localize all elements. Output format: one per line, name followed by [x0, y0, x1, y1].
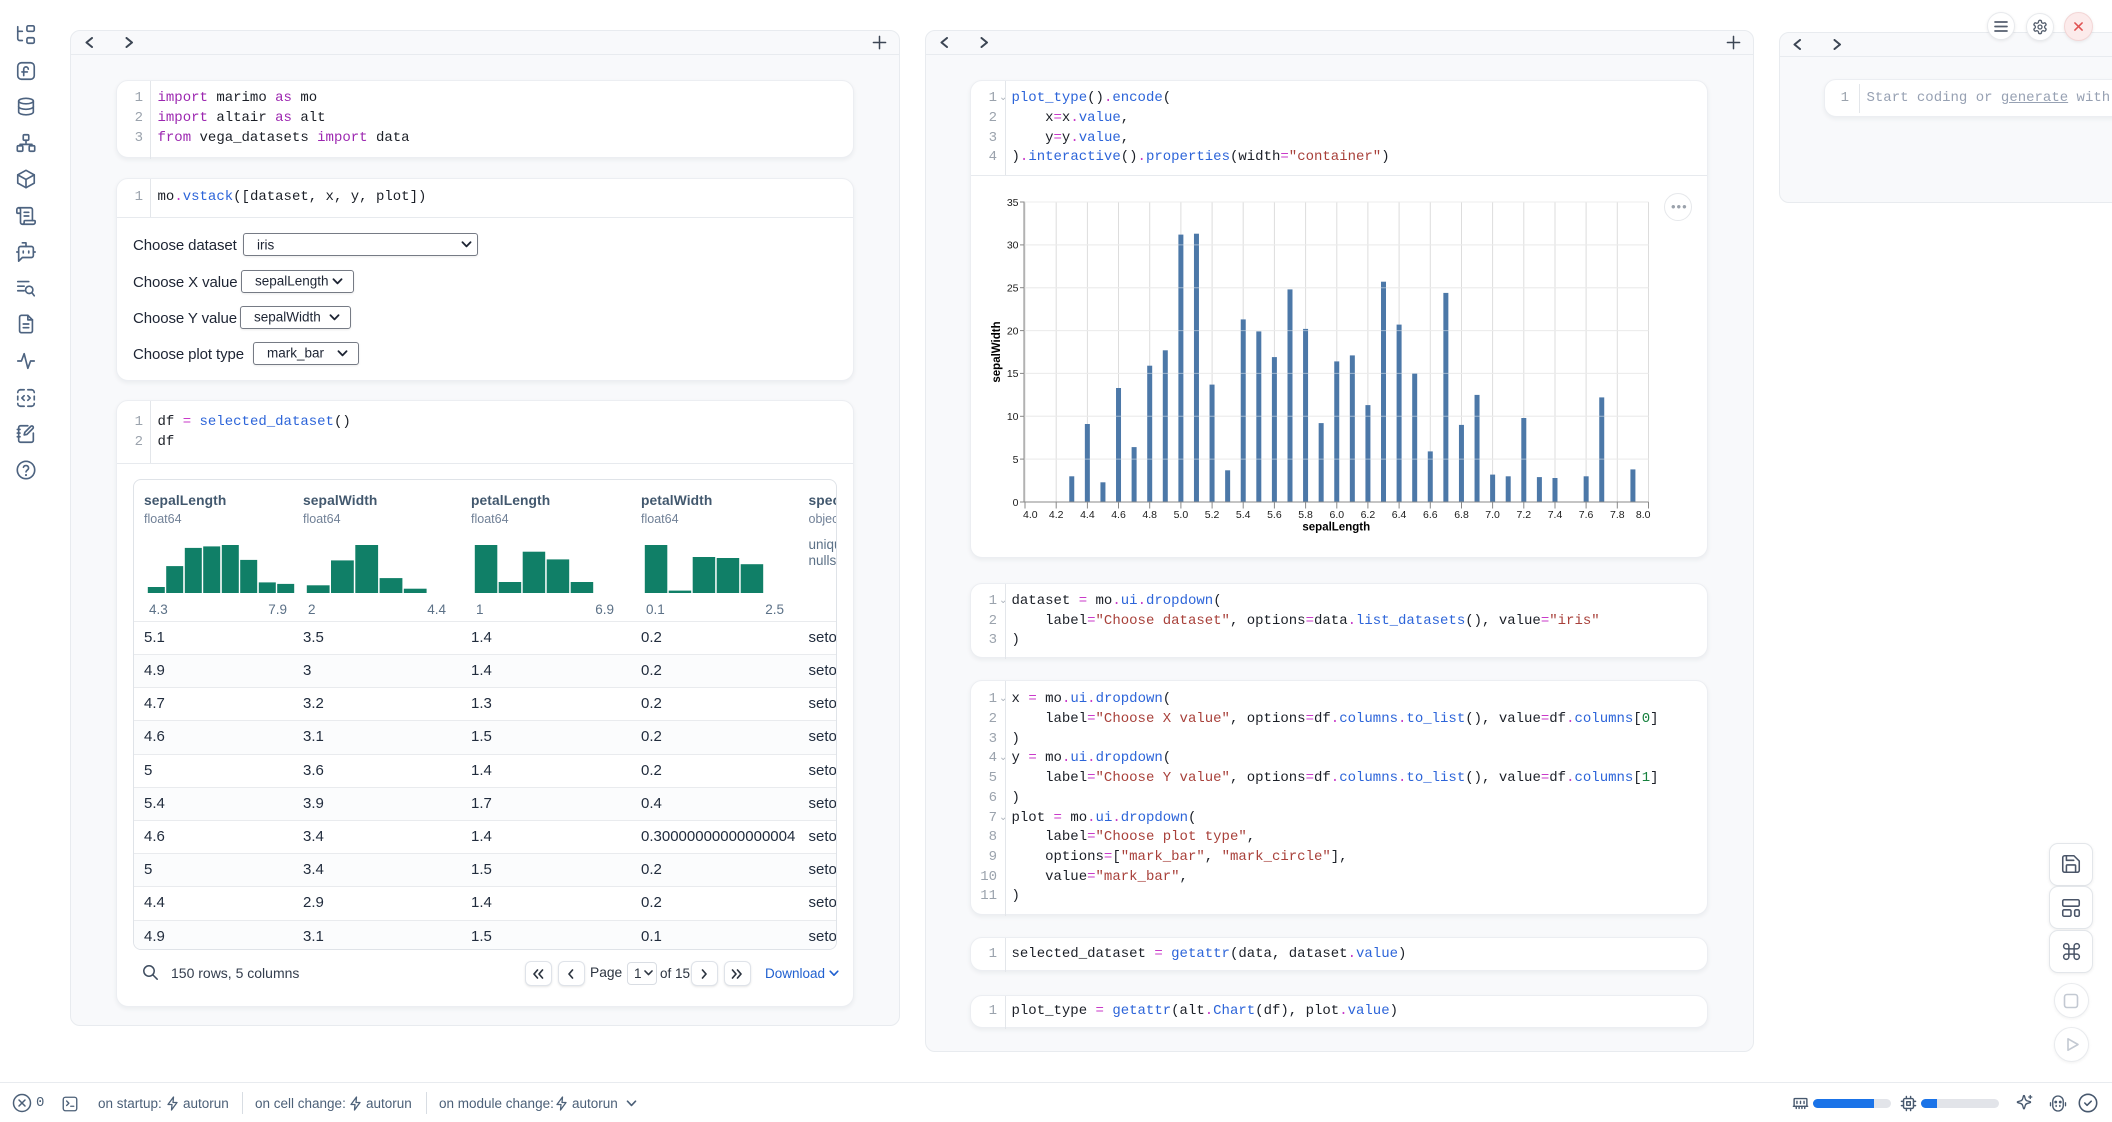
- svg-text:7.2: 7.2: [1516, 509, 1531, 521]
- svg-text:25: 25: [1007, 283, 1019, 295]
- svg-text:5.8: 5.8: [1298, 509, 1313, 521]
- svg-text:6.4: 6.4: [1392, 509, 1407, 521]
- svg-text:4.8: 4.8: [1142, 509, 1157, 521]
- svg-text:6.6: 6.6: [1423, 509, 1438, 521]
- svg-text:5.2: 5.2: [1205, 509, 1220, 521]
- svg-text:15: 15: [1007, 368, 1019, 380]
- svg-text:7.0: 7.0: [1485, 509, 1500, 521]
- svg-text:8.0: 8.0: [1636, 509, 1651, 521]
- svg-text:20: 20: [1007, 325, 1019, 337]
- svg-text:5.6: 5.6: [1267, 509, 1282, 521]
- svg-text:6.0: 6.0: [1329, 509, 1344, 521]
- svg-text:5.4: 5.4: [1236, 509, 1251, 521]
- svg-text:4.0: 4.0: [1023, 509, 1038, 521]
- svg-text:0: 0: [1013, 497, 1019, 509]
- svg-text:7.8: 7.8: [1610, 509, 1625, 521]
- svg-text:5.0: 5.0: [1174, 509, 1189, 521]
- svg-text:10: 10: [1007, 411, 1019, 423]
- svg-text:6.2: 6.2: [1361, 509, 1376, 521]
- svg-text:35: 35: [1007, 197, 1019, 209]
- svg-text:7.6: 7.6: [1579, 509, 1594, 521]
- svg-text:7.4: 7.4: [1548, 509, 1563, 521]
- svg-text:4.6: 4.6: [1111, 509, 1126, 521]
- svg-text:5: 5: [1013, 454, 1019, 466]
- svg-text:sepalLength: sepalLength: [1302, 522, 1370, 534]
- svg-text:sepalWidth: sepalWidth: [991, 321, 1003, 382]
- svg-text:4.2: 4.2: [1049, 509, 1064, 521]
- svg-text:4.4: 4.4: [1080, 509, 1095, 521]
- svg-text:30: 30: [1007, 240, 1019, 252]
- svg-text:6.8: 6.8: [1454, 509, 1469, 521]
